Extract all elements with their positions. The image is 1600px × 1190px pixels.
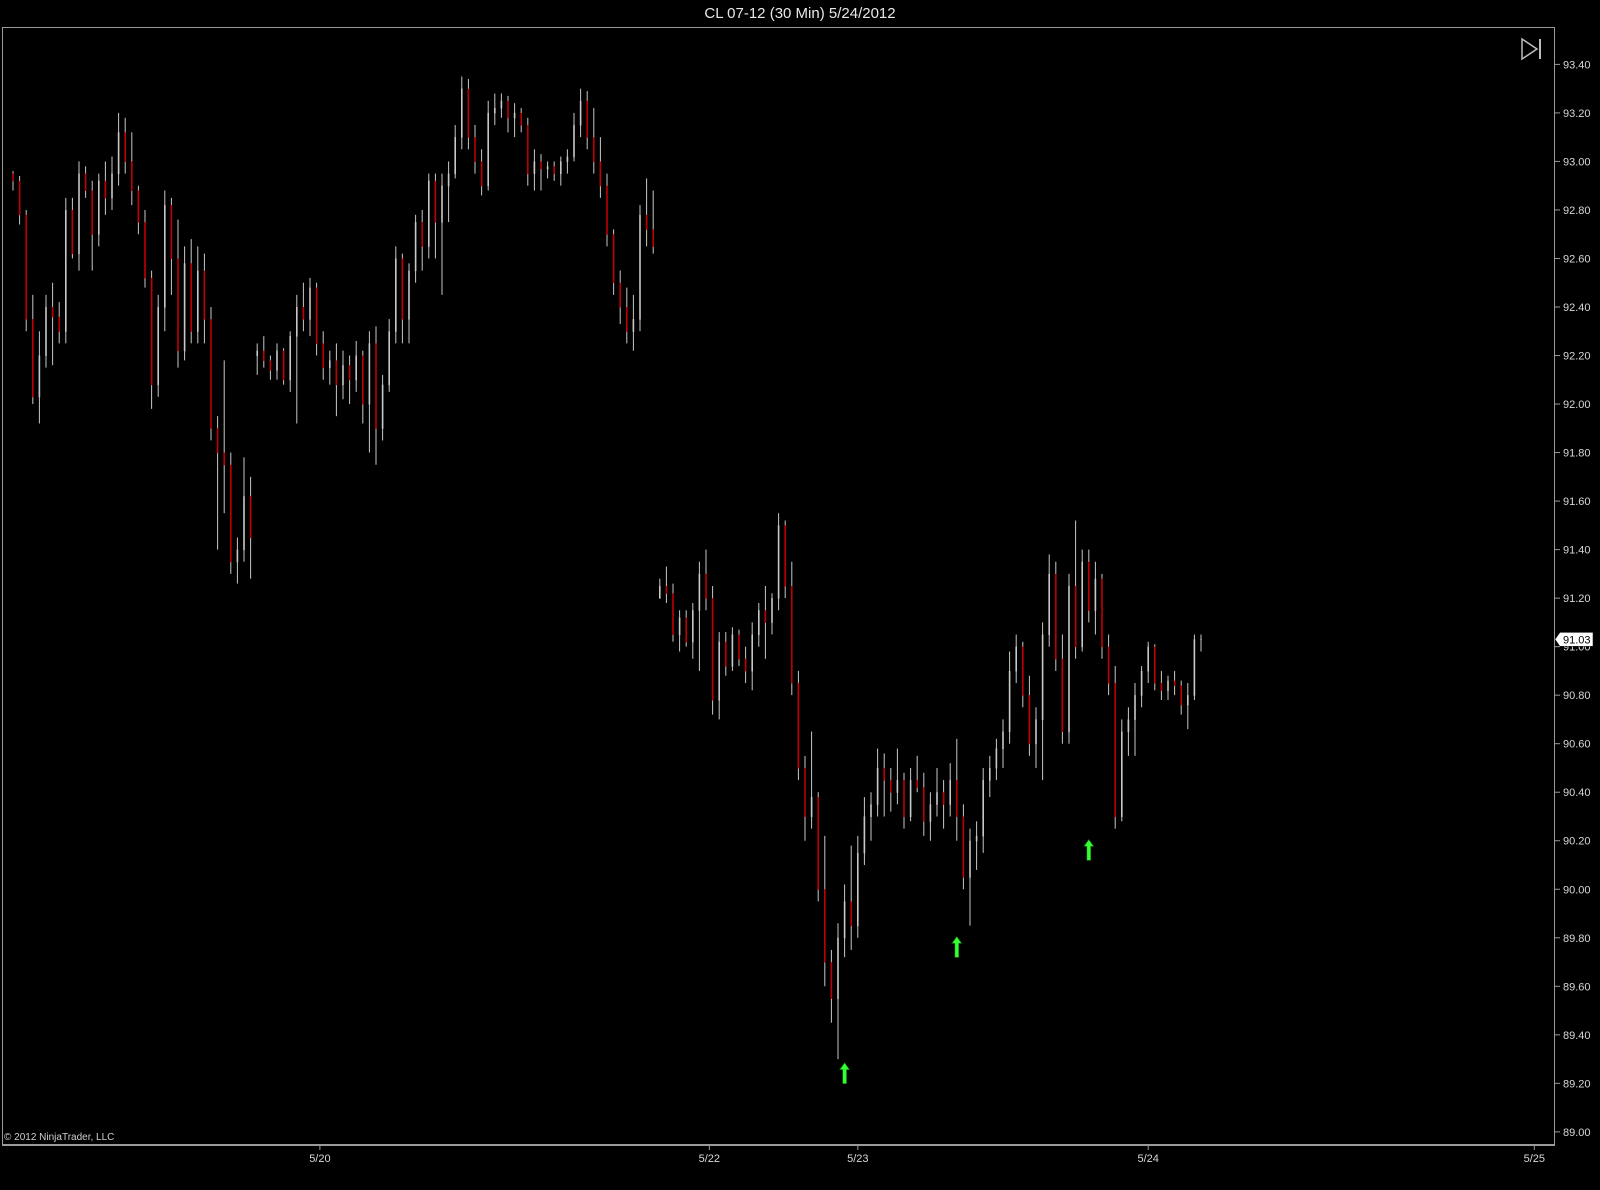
arrow-up-icon bbox=[951, 935, 963, 958]
y-tick-label: 89.40 bbox=[1563, 1030, 1591, 1042]
y-tick-label: 92.20 bbox=[1563, 351, 1591, 363]
y-tick-label: 92.40 bbox=[1563, 302, 1591, 314]
arrow-up-icon bbox=[1083, 838, 1095, 861]
copyright-notice: © 2012 NinjaTrader, LLC bbox=[4, 1132, 115, 1143]
ohlc-bars bbox=[12, 76, 1202, 1060]
y-tick-label: 93.20 bbox=[1563, 108, 1591, 120]
x-tick-label: 5/25 bbox=[1524, 1153, 1545, 1165]
y-tick-label: 90.40 bbox=[1563, 787, 1591, 799]
x-tick-label: 5/23 bbox=[847, 1153, 868, 1165]
y-tick-label: 91.20 bbox=[1563, 593, 1591, 605]
y-tick-label: 92.00 bbox=[1563, 399, 1591, 411]
x-tick-label: 5/22 bbox=[699, 1153, 720, 1165]
y-tick-label: 92.60 bbox=[1563, 253, 1591, 265]
y-tick-label: 90.00 bbox=[1563, 884, 1591, 896]
y-tick-label: 89.80 bbox=[1563, 933, 1591, 945]
y-axis: 93.40 93.20 93.00 92.80 92.60 92.40 92.20 92.00… bbox=[1555, 59, 1591, 1139]
y-tick-label: 90.20 bbox=[1563, 836, 1591, 848]
y-tick-label: 91.80 bbox=[1563, 448, 1591, 460]
arrow-up-icon bbox=[839, 1062, 851, 1084]
y-tick-label: 89.20 bbox=[1563, 1078, 1591, 1090]
y-tick-label: 89.60 bbox=[1563, 981, 1591, 993]
x-axis: 5/20 5/22 5/23 5/24 5/25 bbox=[309, 1145, 1545, 1165]
price-chart: 93.40 93.20 93.00 92.80 92.60 92.40 92.20 92.00… bbox=[2, 27, 1594, 1165]
y-tick-label: 91.60 bbox=[1563, 496, 1591, 508]
y-tick-label: 92.80 bbox=[1563, 205, 1591, 217]
signal-arrows bbox=[839, 838, 1095, 1084]
y-tick-label: 90.60 bbox=[1563, 739, 1591, 751]
price-marker-label: 91.03 bbox=[1563, 634, 1591, 646]
y-tick-label: 93.00 bbox=[1563, 156, 1591, 168]
current-price-marker: 91.03 bbox=[1554, 632, 1594, 647]
x-tick-label: 5/20 bbox=[309, 1153, 330, 1165]
skip-to-end-icon[interactable] bbox=[1519, 36, 1545, 62]
y-tick-label: 91.40 bbox=[1563, 545, 1591, 557]
y-tick-label: 90.80 bbox=[1563, 690, 1591, 702]
y-tick-label: 93.40 bbox=[1563, 59, 1591, 71]
y-tick-label: 89.00 bbox=[1563, 1127, 1591, 1139]
x-tick-label: 5/24 bbox=[1137, 1153, 1158, 1165]
